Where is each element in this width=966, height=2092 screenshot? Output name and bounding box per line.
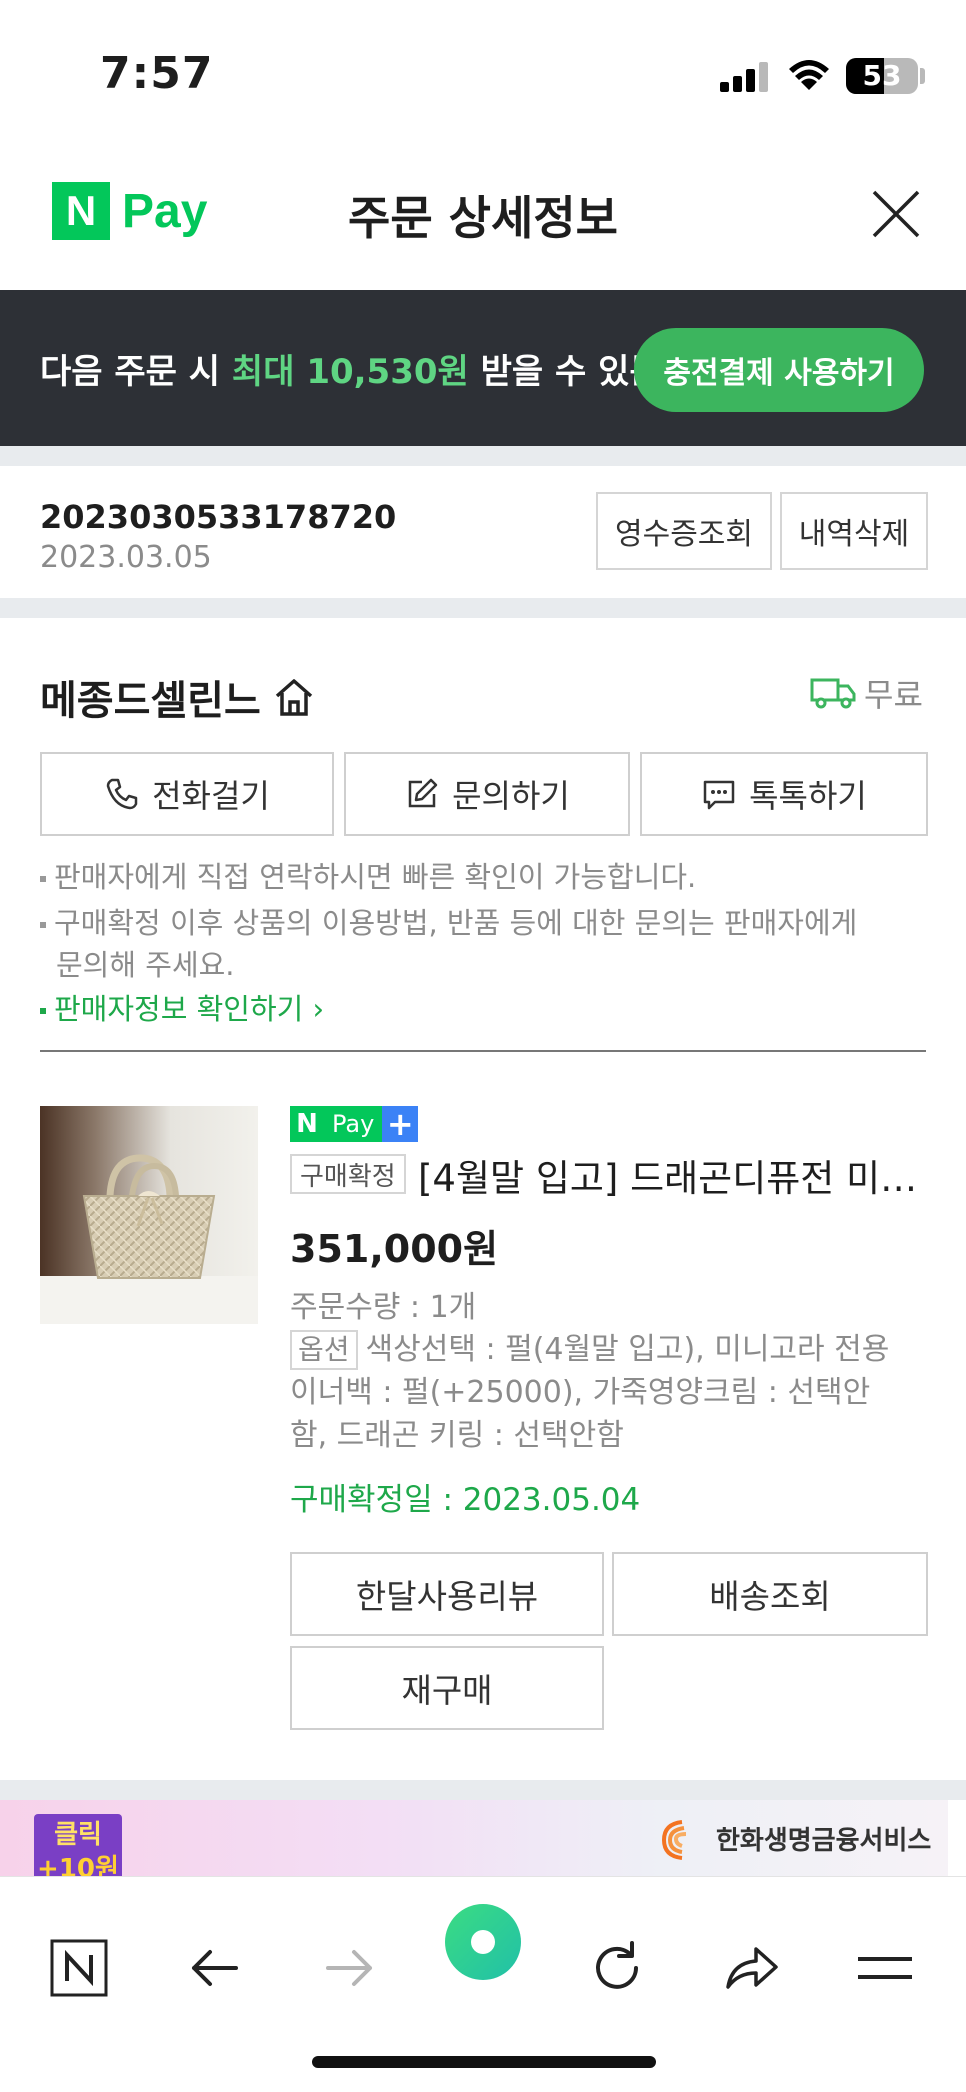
option-tag: 옵션 bbox=[290, 1330, 358, 1370]
store-home-icon bbox=[275, 679, 312, 716]
home-indicator bbox=[312, 2056, 656, 2068]
product-name[interactable]: [4월말 입고] 드래곤디퓨전 미니고라 바스켓백 bbox=[418, 1148, 918, 1202]
inquiry-button-label: 문의하기 bbox=[452, 777, 570, 815]
wifi-icon bbox=[789, 60, 829, 90]
order-quantity: 주문수량 : 1개 bbox=[290, 1290, 477, 1325]
promo-text-prefix: 다음 주문 시 bbox=[40, 352, 232, 392]
shipping-fee-text: 무료 bbox=[864, 676, 923, 714]
seller-notice-1: 판매자에게 직접 연락하시면 빠른 확인이 가능합니다. bbox=[40, 856, 696, 898]
chat-bubble-icon bbox=[703, 780, 735, 810]
order-number: 2023030533178720 bbox=[40, 498, 397, 536]
rebuy-button[interactable]: 재구매 bbox=[290, 1646, 604, 1730]
status-bar: 7:57 53 bbox=[0, 0, 966, 140]
receipt-button[interactable]: 영수증조회 bbox=[596, 492, 772, 570]
status-time: 7:57 bbox=[100, 48, 214, 99]
npay-plus-pay: Pay bbox=[324, 1106, 383, 1142]
promo-text-suffix: 받을 수 있는 bbox=[468, 352, 661, 392]
chevron-right-icon: › bbox=[303, 992, 325, 1026]
close-icon[interactable] bbox=[866, 184, 926, 244]
track-delivery-button[interactable]: 배송조회 bbox=[612, 1552, 928, 1636]
order-date: 2023.03.05 bbox=[40, 540, 212, 575]
truck-icon bbox=[810, 678, 856, 709]
seller-info-link[interactable]: 판매자정보 확인하기 › bbox=[40, 988, 324, 1030]
share-icon[interactable] bbox=[720, 1937, 782, 1999]
shipping-fee: 무료 bbox=[810, 670, 923, 716]
promo-text: 다음 주문 시 최대 10,530원 받을 수 있는 bbox=[40, 344, 661, 393]
product-options: 옵션 색상선택 : 펄(4월말 입고), 미니고라 전용 이너백 : 펄(+250… bbox=[290, 1328, 920, 1457]
battery-level: 53 bbox=[862, 59, 902, 92]
seller-notice-2-line1: 구매확정 이후 상품의 이용방법, 반품 등에 대한 문의는 판매자에게 bbox=[54, 906, 858, 940]
seller-notice-2-cont: 문의해 주세요. bbox=[56, 948, 235, 982]
talktalk-button-label: 톡톡하기 bbox=[749, 777, 867, 815]
purchase-confirm-date: 구매확정일 : 2023.05.04 bbox=[290, 1482, 641, 1518]
option-line-3: 함, 드래곤 키링 : 선택안함 bbox=[290, 1418, 624, 1453]
divider bbox=[40, 1050, 926, 1052]
seller-name[interactable]: 메종드셀린느 bbox=[40, 668, 317, 726]
section-gap bbox=[0, 446, 966, 466]
section-gap bbox=[0, 1780, 966, 1800]
header: N Pay 주문 상세정보 bbox=[0, 148, 966, 290]
seller-notice-2: 구매확정 이후 상품의 이용방법, 반품 등에 대한 문의는 판매자에게 bbox=[40, 902, 857, 944]
option-line-2: 이너백 : 펄(+25000), 가죽영양크림 : 선택안 bbox=[290, 1375, 871, 1410]
back-arrow-icon[interactable] bbox=[184, 1937, 246, 1999]
battery-tip bbox=[920, 68, 925, 84]
click-reward-badge: 클릭 +10원 bbox=[34, 1814, 122, 1876]
monthly-review-button[interactable]: 한달사용리뷰 bbox=[290, 1552, 604, 1636]
green-dot-icon[interactable] bbox=[444, 1903, 522, 1981]
delete-history-button[interactable]: 내역삭제 bbox=[780, 492, 928, 570]
battery-indicator: 53 bbox=[846, 58, 918, 94]
npay-plus-badge: N Pay + bbox=[290, 1105, 419, 1143]
ad-brand: 한화생명금융서비스 bbox=[656, 1812, 931, 1864]
option-line-1: 색상선택 : 펄(4월말 입고), 미니고라 전용 bbox=[365, 1332, 890, 1367]
page-title: 주문 상세정보 bbox=[348, 191, 618, 245]
charge-pay-button[interactable]: 충전결제 사용하기 bbox=[634, 328, 924, 412]
forward-arrow-icon[interactable] bbox=[318, 1937, 380, 1999]
npay-plus-n: N bbox=[290, 1106, 324, 1142]
seller-info-link-text: 판매자정보 확인하기 bbox=[54, 992, 304, 1026]
order-status-badge: 구매확정 bbox=[290, 1154, 406, 1194]
cellular-signal-icon bbox=[720, 62, 772, 92]
click-reward-amount: +10원 bbox=[37, 1854, 119, 1876]
menu-icon[interactable] bbox=[854, 1937, 916, 1999]
ad-banner[interactable]: 클릭 +10원 한화생명금융서비스 bbox=[0, 1800, 948, 1876]
ad-brand-name: 한화생명금융서비스 bbox=[716, 1825, 932, 1856]
click-reward-label: 클릭 bbox=[54, 1820, 102, 1850]
seller-name-text: 메종드셀린느 bbox=[40, 678, 261, 724]
hanwha-logo-icon bbox=[661, 1820, 687, 1860]
refresh-icon[interactable] bbox=[586, 1937, 648, 1999]
call-button-label: 전화걸기 bbox=[152, 777, 270, 815]
talktalk-button[interactable]: 톡톡하기 bbox=[640, 752, 928, 836]
edit-icon bbox=[408, 778, 438, 808]
product-price: 351,000원 bbox=[290, 1227, 499, 1271]
basket-bag-image bbox=[40, 1106, 258, 1324]
seller-notice-1-text: 판매자에게 직접 연락하시면 빠른 확인이 가능합니다. bbox=[54, 860, 697, 894]
promo-banner: 다음 주문 시 최대 10,530원 받을 수 있는 충전결제 사용하기 bbox=[0, 290, 966, 446]
naver-home-icon[interactable] bbox=[48, 1937, 110, 1999]
section-gap bbox=[0, 598, 966, 618]
phone-icon bbox=[106, 778, 138, 810]
product-image[interactable] bbox=[40, 1106, 258, 1324]
promo-text-highlight: 최대 10,530원 bbox=[231, 352, 469, 392]
npay-plus-plus: + bbox=[382, 1105, 419, 1143]
inquiry-button[interactable]: 문의하기 bbox=[344, 752, 630, 836]
call-button[interactable]: 전화걸기 bbox=[40, 752, 334, 836]
